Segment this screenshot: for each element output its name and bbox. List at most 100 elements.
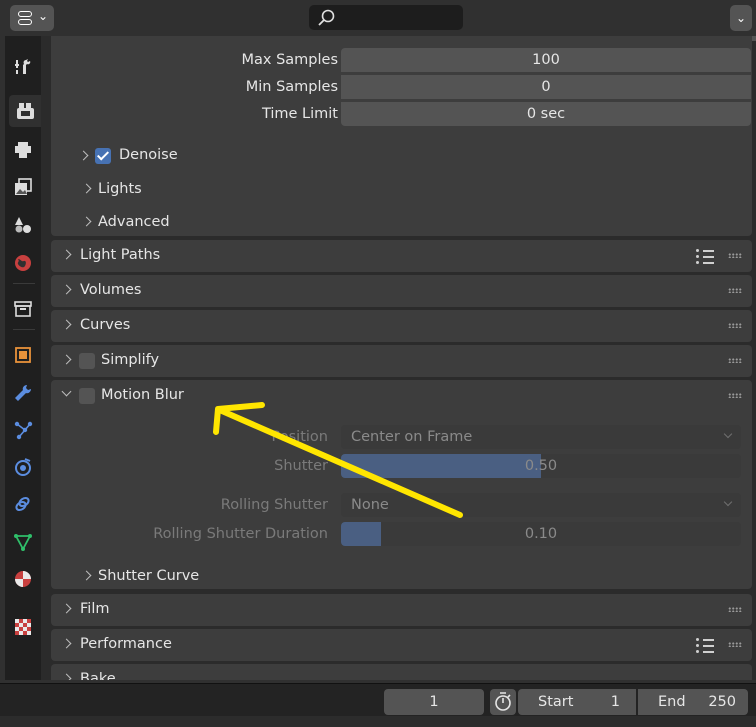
wrench-icon	[15, 385, 31, 401]
data-tab[interactable]	[7, 526, 39, 558]
position-label: Position	[271, 429, 328, 445]
chevron-right-icon	[61, 603, 72, 614]
drag-grip-icon[interactable]	[728, 288, 742, 293]
end-label: End	[658, 694, 686, 710]
view-layer-tab[interactable]	[7, 171, 39, 203]
rolling-shutter-label: Rolling Shutter	[220, 497, 328, 513]
denoise-label: Denoise	[119, 147, 178, 163]
rolling-shutter-value: None	[351, 497, 389, 513]
options-dropdown-button[interactable]: ⌄	[730, 5, 752, 31]
mesh-data-icon	[14, 534, 32, 551]
position-dropdown[interactable]: Center on Frame	[341, 425, 741, 449]
position-value: Center on Frame	[351, 429, 473, 445]
material-icon	[15, 571, 31, 587]
start-frame-field[interactable]: Start 1	[518, 689, 636, 715]
editor-type-button[interactable]: ⌄	[10, 5, 54, 31]
editor-type-icon	[18, 11, 32, 25]
motion-blur-panel: Motion Blur Position Center on Frame Shu…	[51, 380, 752, 589]
performance-panel[interactable]: Performance	[51, 629, 752, 661]
texture-tab[interactable]	[7, 611, 39, 643]
tool-tab[interactable]	[7, 51, 39, 83]
drag-grip-icon[interactable]	[728, 323, 742, 328]
properties-header: ⌄ ⌄	[0, 0, 756, 36]
denoise-checkbox[interactable]	[95, 148, 111, 164]
simplify-checkbox[interactable]	[79, 353, 95, 369]
lights-label: Lights	[98, 181, 142, 197]
shutter-value: 0.50	[524, 458, 558, 474]
collection-tab[interactable]	[7, 293, 39, 325]
presets-list-icon[interactable]	[696, 637, 714, 653]
current-frame-field[interactable]: 1	[384, 689, 484, 715]
performance-title: Performance	[80, 636, 172, 652]
film-panel[interactable]: Film	[51, 594, 752, 626]
rolling-shutter-duration-slider[interactable]: 0.10	[341, 522, 741, 546]
render-tab[interactable]	[9, 95, 45, 127]
drag-grip-icon[interactable]	[728, 607, 742, 612]
light-paths-panel[interactable]: Light Paths	[51, 240, 752, 272]
chevron-down-icon	[61, 386, 72, 397]
image-stack-icon	[15, 178, 32, 195]
drag-grip-icon[interactable]	[728, 358, 742, 363]
max-samples-field[interactable]: 100	[341, 48, 751, 72]
tab-divider	[13, 329, 35, 330]
drag-grip-icon[interactable]	[728, 393, 742, 398]
bake-panel[interactable]: Bake	[51, 664, 752, 680]
search-input[interactable]	[309, 5, 463, 30]
material-tab[interactable]	[7, 563, 39, 595]
motion-blur-checkbox[interactable]	[79, 388, 95, 404]
chevron-down-icon	[723, 429, 733, 439]
sampling-panel-body: Max Samples 100 Min Samples 0 Time Limit…	[51, 36, 752, 236]
shutter-curve-subpanel-header[interactable]: Shutter Curve	[81, 568, 199, 584]
output-tab[interactable]	[7, 134, 39, 166]
timeline-bar: 1 Start 1 End 250	[0, 683, 756, 727]
time-limit-field[interactable]: 0 sec	[341, 102, 751, 126]
end-frame-field[interactable]: End 250	[638, 689, 748, 715]
motion-blur-header[interactable]: Motion Blur	[51, 380, 752, 412]
drag-grip-icon[interactable]	[728, 642, 742, 647]
timer-toggle[interactable]	[490, 689, 516, 715]
volumes-panel[interactable]: Volumes	[51, 275, 752, 307]
object-tab[interactable]	[7, 339, 39, 371]
particles-icon	[14, 421, 33, 440]
curves-panel[interactable]: Curves	[51, 310, 752, 342]
lights-subpanel-header[interactable]: Lights	[81, 181, 142, 197]
curves-title: Curves	[80, 317, 131, 333]
world-tab[interactable]	[7, 247, 39, 279]
properties-content: Max Samples 100 Min Samples 0 Time Limit…	[41, 36, 756, 680]
shutter-slider[interactable]: 0.50	[341, 454, 741, 478]
max-samples-label: Max Samples	[241, 52, 338, 68]
bake-title: Bake	[80, 671, 116, 680]
physics-icon	[15, 458, 31, 476]
chevron-right-icon	[81, 216, 92, 227]
printer-icon	[15, 142, 31, 158]
end-value: 250	[708, 694, 736, 710]
shutter-label: Shutter	[274, 458, 328, 474]
scene-tab[interactable]	[7, 209, 39, 241]
drag-grip-icon[interactable]	[728, 253, 742, 258]
constraints-tab[interactable]	[7, 488, 39, 520]
advanced-subpanel-header[interactable]: Advanced	[81, 214, 170, 230]
particles-tab[interactable]	[7, 414, 39, 446]
chevron-down-icon	[723, 497, 733, 507]
chevron-right-icon	[61, 638, 72, 649]
modifier-tab[interactable]	[7, 377, 39, 409]
chevron-down-icon: ⌄	[37, 9, 48, 23]
film-title: Film	[80, 601, 110, 617]
simplify-panel[interactable]: Simplify	[51, 345, 752, 377]
chevron-right-icon	[78, 150, 89, 161]
presets-list-icon[interactable]	[696, 248, 714, 264]
chevron-right-icon	[61, 249, 72, 260]
timeline-strip	[0, 716, 756, 727]
world-icon	[15, 255, 31, 271]
rolling-shutter-dropdown[interactable]: None	[341, 493, 741, 517]
collection-icon	[14, 301, 32, 317]
chevron-right-icon	[61, 673, 72, 680]
light-paths-title: Light Paths	[80, 247, 161, 263]
min-samples-field[interactable]: 0	[341, 75, 751, 99]
min-samples-label: Min Samples	[245, 79, 338, 95]
time-limit-label: Time Limit	[261, 106, 338, 122]
physics-tab[interactable]	[7, 451, 39, 483]
scene-icon	[15, 217, 31, 233]
constraint-icon	[15, 496, 30, 512]
volumes-title: Volumes	[80, 282, 142, 298]
